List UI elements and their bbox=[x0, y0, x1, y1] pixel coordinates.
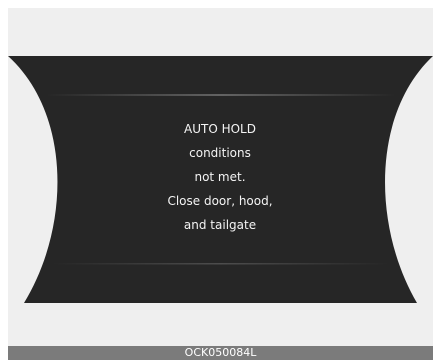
message-line: not met. bbox=[194, 170, 246, 184]
message-line: and tailgate bbox=[183, 218, 257, 232]
figure-code-caption: OCK050084L bbox=[8, 346, 433, 360]
cluster-bottom-highlight bbox=[52, 263, 390, 265]
figure-panel: AUTO HOLD conditions not met. Close door… bbox=[8, 8, 433, 346]
cluster-top-highlight bbox=[46, 94, 396, 96]
message-line: AUTO HOLD bbox=[184, 122, 256, 136]
message-line: Close door, hood, bbox=[167, 194, 273, 208]
message-line: conditions bbox=[189, 146, 251, 160]
auto-hold-warning-message: AUTO HOLD conditions not met. Close door… bbox=[120, 117, 320, 237]
